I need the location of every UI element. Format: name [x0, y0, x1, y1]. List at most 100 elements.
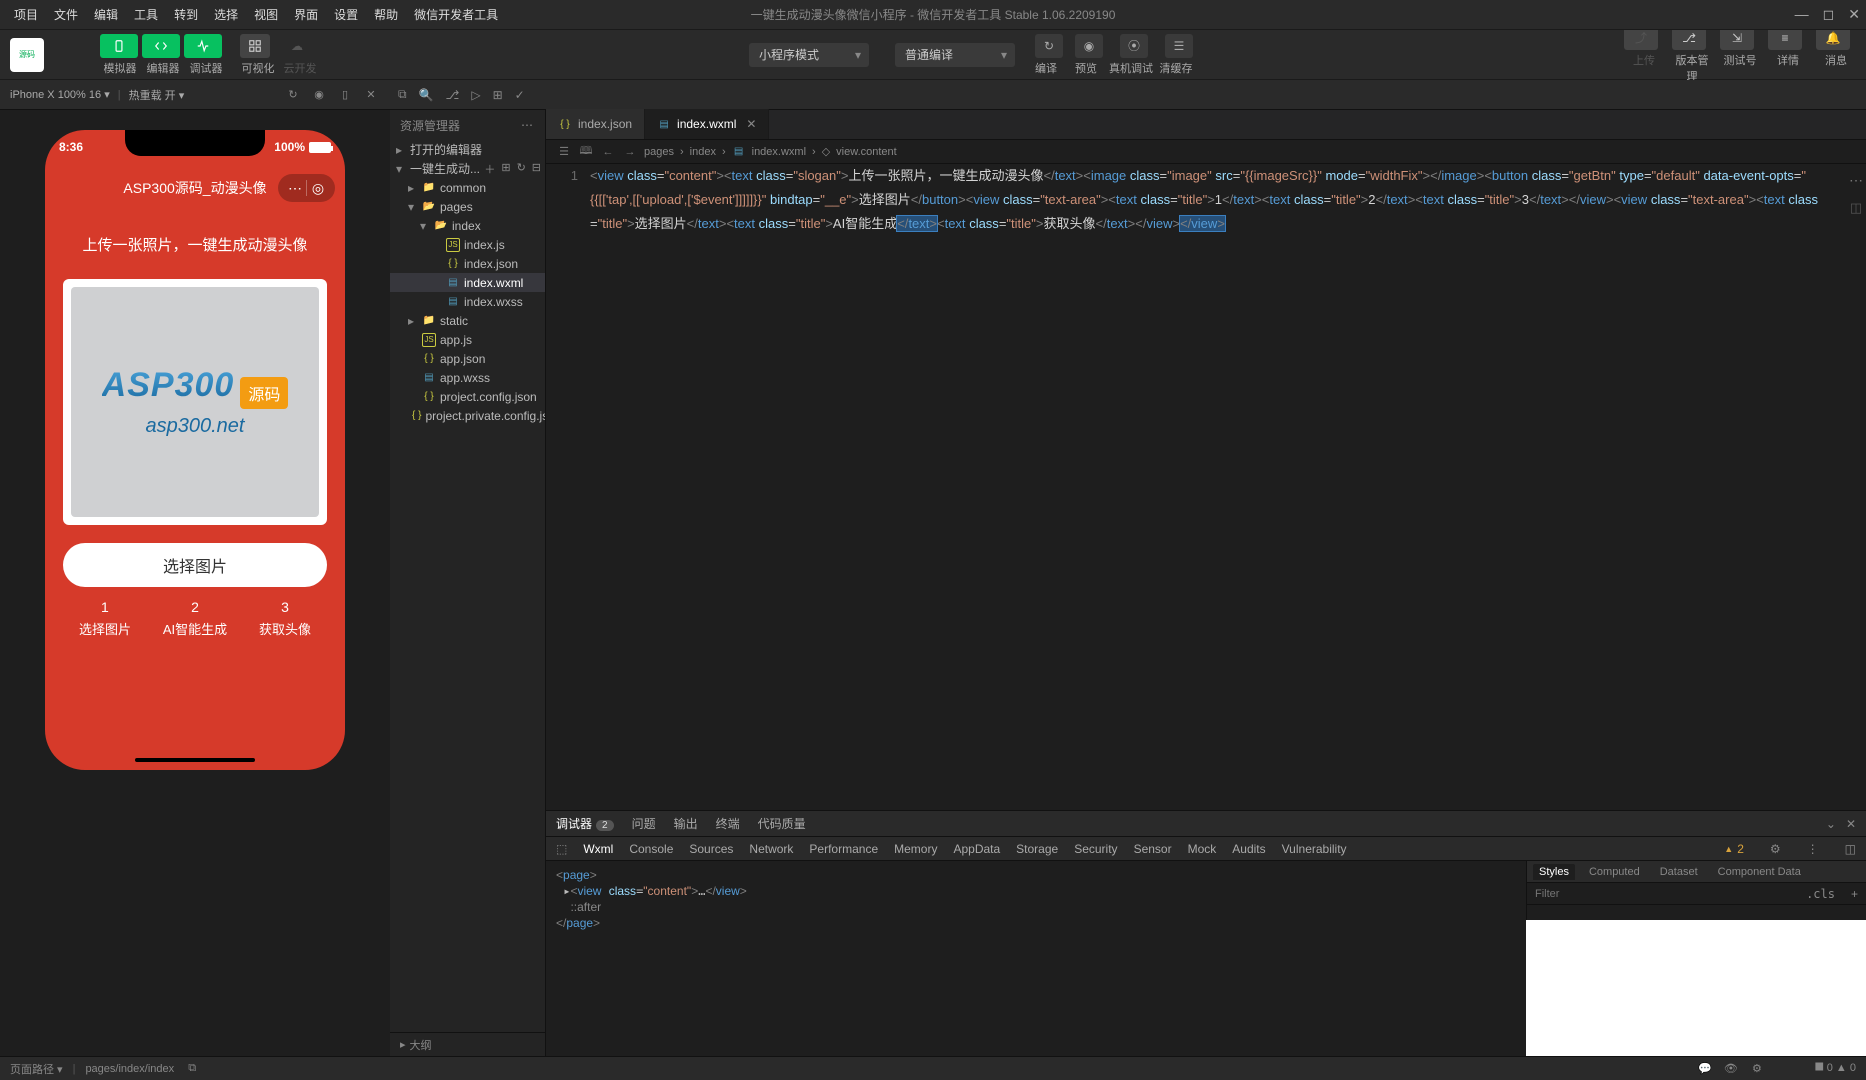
- folder-common[interactable]: ▸📁common: [390, 178, 545, 197]
- file-project-private-config[interactable]: { }project.private.config.js...: [390, 406, 545, 425]
- dev-close-icon[interactable]: ✕: [1846, 817, 1856, 831]
- warning-count[interactable]: 2: [1724, 842, 1744, 856]
- new-folder-icon[interactable]: ⊞: [501, 161, 510, 177]
- compile-select[interactable]: 普通编译: [895, 43, 1015, 67]
- computed-tab[interactable]: Computed: [1583, 864, 1646, 880]
- file-index-wxml[interactable]: ▤index.wxml: [390, 273, 545, 292]
- simulator-toggle[interactable]: [100, 34, 138, 58]
- copy-path-icon[interactable]: ⧉: [184, 1062, 200, 1075]
- close-icon[interactable]: ✕: [1848, 6, 1860, 23]
- maximize-icon[interactable]: ◻: [1823, 6, 1835, 23]
- menu-tool[interactable]: 工具: [126, 2, 166, 27]
- add-style-icon[interactable]: +: [1843, 887, 1866, 901]
- subtab-storage[interactable]: Storage: [1016, 842, 1058, 856]
- tab-close-icon[interactable]: ✕: [746, 117, 756, 131]
- status-settings-icon[interactable]: ⚙: [1749, 1062, 1765, 1075]
- dataset-tab[interactable]: Dataset: [1654, 864, 1704, 880]
- file-project-config[interactable]: { }project.config.json: [390, 387, 545, 406]
- subtab-wxml[interactable]: Wxml: [583, 842, 613, 856]
- open-editors-section[interactable]: ▸打开的编辑器: [390, 140, 545, 159]
- capsule-menu-icon[interactable]: ⋯: [284, 177, 306, 199]
- subtab-memory[interactable]: Memory: [894, 842, 937, 856]
- subtab-network[interactable]: Network: [749, 842, 793, 856]
- close-sim-icon[interactable]: ✕: [362, 86, 380, 104]
- clear-cache-button[interactable]: ☰: [1165, 34, 1193, 58]
- files-icon[interactable]: ⧉: [398, 87, 407, 102]
- dev-tab-terminal[interactable]: 终端: [716, 815, 740, 832]
- status-errors[interactable]: ⯀ 0 ▲ 0: [1815, 1062, 1856, 1075]
- styles-filter-input[interactable]: [1527, 888, 1798, 900]
- phone-simulator[interactable]: 8:36 100% ASP300源码_动漫头像 ⋯ ◎ 上传一张照片，一键生成动…: [45, 130, 345, 770]
- menu-ui[interactable]: 界面: [286, 2, 326, 27]
- search-icon[interactable]: 🔍: [419, 88, 434, 102]
- dev-tab-problems[interactable]: 问题: [632, 815, 656, 832]
- compile-button[interactable]: ↻: [1035, 34, 1063, 58]
- subtab-sensor[interactable]: Sensor: [1134, 842, 1172, 856]
- dev-tab-quality[interactable]: 代码质量: [758, 815, 806, 832]
- file-index-wxss[interactable]: ▤index.wxss: [390, 292, 545, 311]
- menu-help[interactable]: 帮助: [366, 2, 406, 27]
- editor-more-icon[interactable]: ⋯: [1849, 168, 1863, 192]
- branch-icon[interactable]: ⎇: [446, 88, 460, 102]
- folder-pages[interactable]: ▾📂pages: [390, 197, 545, 216]
- menu-project[interactable]: 项目: [6, 2, 46, 27]
- status-path[interactable]: pages/index/index: [85, 1063, 174, 1075]
- explorer-more-icon[interactable]: ⋯: [521, 118, 535, 132]
- cloud-button[interactable]: ☁: [282, 34, 312, 58]
- dev-more-icon[interactable]: ⋮: [1807, 842, 1819, 856]
- component-data-tab[interactable]: Component Data: [1712, 864, 1807, 880]
- cls-toggle[interactable]: .cls: [1798, 887, 1843, 901]
- folder-index[interactable]: ▾📂index: [390, 216, 545, 235]
- file-app-wxss[interactable]: ▤app.wxss: [390, 368, 545, 387]
- tab-index-json[interactable]: { }index.json: [546, 109, 645, 139]
- visual-button[interactable]: [240, 34, 270, 58]
- dev-dock-icon[interactable]: ◫: [1845, 842, 1856, 856]
- crumb-fwd-icon[interactable]: →: [622, 146, 638, 158]
- split-icon[interactable]: ◫: [1850, 196, 1862, 220]
- hot-reload-toggle[interactable]: 热重载 开 ▾: [129, 87, 185, 103]
- subtab-vuln[interactable]: Vulnerability: [1282, 842, 1347, 856]
- crumb-save-icon[interactable]: 🕮: [578, 142, 594, 161]
- subtab-appdata[interactable]: AppData: [953, 842, 1000, 856]
- minimize-icon[interactable]: —: [1795, 6, 1809, 23]
- project-root[interactable]: ▾一键生成动...＋⊞↻⊟: [390, 159, 545, 178]
- dev-settings-icon[interactable]: ⚙: [1770, 842, 1781, 856]
- menu-goto[interactable]: 转到: [166, 2, 206, 27]
- crumb-symbol[interactable]: view.content: [836, 146, 897, 158]
- capsule-close-icon[interactable]: ◎: [307, 177, 329, 199]
- subtab-audits[interactable]: Audits: [1232, 842, 1265, 856]
- refresh-sim-icon[interactable]: ↻: [284, 86, 302, 104]
- device-select[interactable]: iPhone X 100% 16 ▾: [10, 88, 110, 101]
- folder-static[interactable]: ▸📁static: [390, 311, 545, 330]
- project-logo[interactable]: 源码: [10, 38, 44, 72]
- menu-settings[interactable]: 设置: [326, 2, 366, 27]
- menu-file[interactable]: 文件: [46, 2, 86, 27]
- mode-select[interactable]: 小程序模式: [749, 43, 869, 67]
- test-icon[interactable]: ✓: [515, 88, 525, 102]
- menu-edit[interactable]: 编辑: [86, 2, 126, 27]
- dev-tab-debugger[interactable]: 调试器2: [556, 815, 614, 832]
- editor-toggle[interactable]: [142, 34, 180, 58]
- crumb-list-icon[interactable]: ☰: [556, 145, 572, 158]
- crumb-back-icon[interactable]: ←: [600, 146, 616, 158]
- menu-select[interactable]: 选择: [206, 2, 246, 27]
- subtab-mock[interactable]: Mock: [1188, 842, 1217, 856]
- file-index-js[interactable]: JSindex.js: [390, 235, 545, 254]
- styles-tab[interactable]: Styles: [1533, 864, 1575, 880]
- dev-tab-output[interactable]: 输出: [674, 815, 698, 832]
- outline-section[interactable]: ▸大纲: [390, 1032, 545, 1056]
- preview-button[interactable]: ◉: [1075, 34, 1103, 58]
- status-comment-icon[interactable]: 💬: [1697, 1062, 1713, 1075]
- dev-collapse-icon[interactable]: ⌄: [1826, 817, 1836, 831]
- crumb-index[interactable]: index: [690, 146, 716, 158]
- subtab-console[interactable]: Console: [629, 842, 673, 856]
- crumb-pages[interactable]: pages: [644, 146, 674, 158]
- collapse-icon[interactable]: ⊟: [532, 161, 541, 177]
- subtab-sources[interactable]: Sources: [689, 842, 733, 856]
- wxml-inspector[interactable]: <page> ▸<view class="content">…</view> :…: [546, 861, 1526, 1056]
- subtab-security[interactable]: Security: [1074, 842, 1117, 856]
- menu-view[interactable]: 视图: [246, 2, 286, 27]
- refresh-tree-icon[interactable]: ↻: [517, 161, 526, 177]
- debugger-toggle[interactable]: [184, 34, 222, 58]
- tab-index-wxml[interactable]: ▤index.wxml✕: [645, 109, 769, 139]
